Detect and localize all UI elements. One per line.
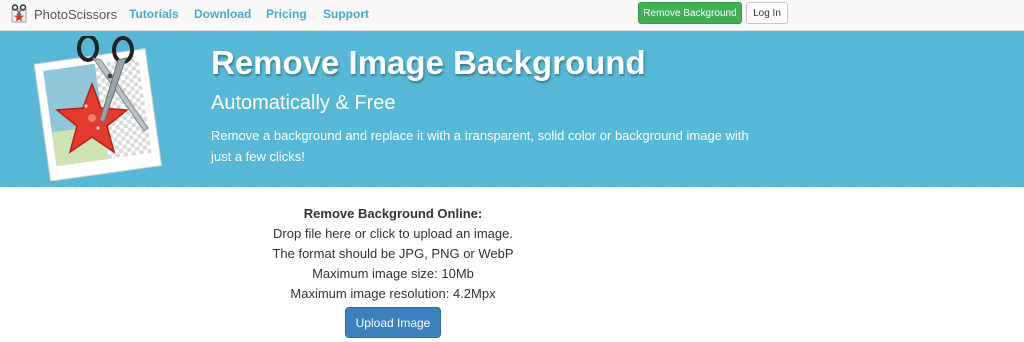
upload-drop-zone[interactable]: Remove Background Online: Drop file here…	[243, 204, 543, 304]
hero-title: Remove Image Background	[211, 44, 646, 81]
scissors-logo-icon	[11, 4, 27, 23]
brand-logo-link[interactable]: PhotoScissors	[10, 2, 117, 26]
nav-pricing-link[interactable]: Pricing	[266, 7, 307, 21]
hero-dotted-edge	[0, 185, 1024, 189]
top-navbar: PhotoScissors Tutorials Download Pricing…	[0, 0, 1024, 31]
brand-name: PhotoScissors	[34, 6, 118, 22]
nav-support-link[interactable]: Support	[323, 7, 369, 21]
upload-size-info: Maximum image size: 10Mb	[312, 266, 474, 281]
starfish-photo-with-scissors-icon	[33, 36, 163, 181]
login-button[interactable]: Log In	[746, 2, 788, 24]
upload-title: Remove Background Online:	[303, 206, 483, 221]
nav-download-link[interactable]: Download	[194, 7, 251, 21]
upload-resolution-info: Maximum image resolution: 4.2Mpx	[290, 286, 496, 301]
upload-instruction: Drop file here or click to upload an ima…	[273, 226, 513, 241]
hero-description: Remove a background and replace it with …	[211, 128, 749, 164]
nav-tutorials-link[interactable]: Tutorials	[129, 7, 179, 21]
upload-format-info: The format should be JPG, PNG or WebP	[272, 246, 514, 261]
hero-subtitle: Automatically & Free	[211, 92, 396, 114]
upload-image-button[interactable]: Upload Image	[345, 307, 441, 338]
remove-background-button[interactable]: Remove Background	[638, 2, 742, 24]
